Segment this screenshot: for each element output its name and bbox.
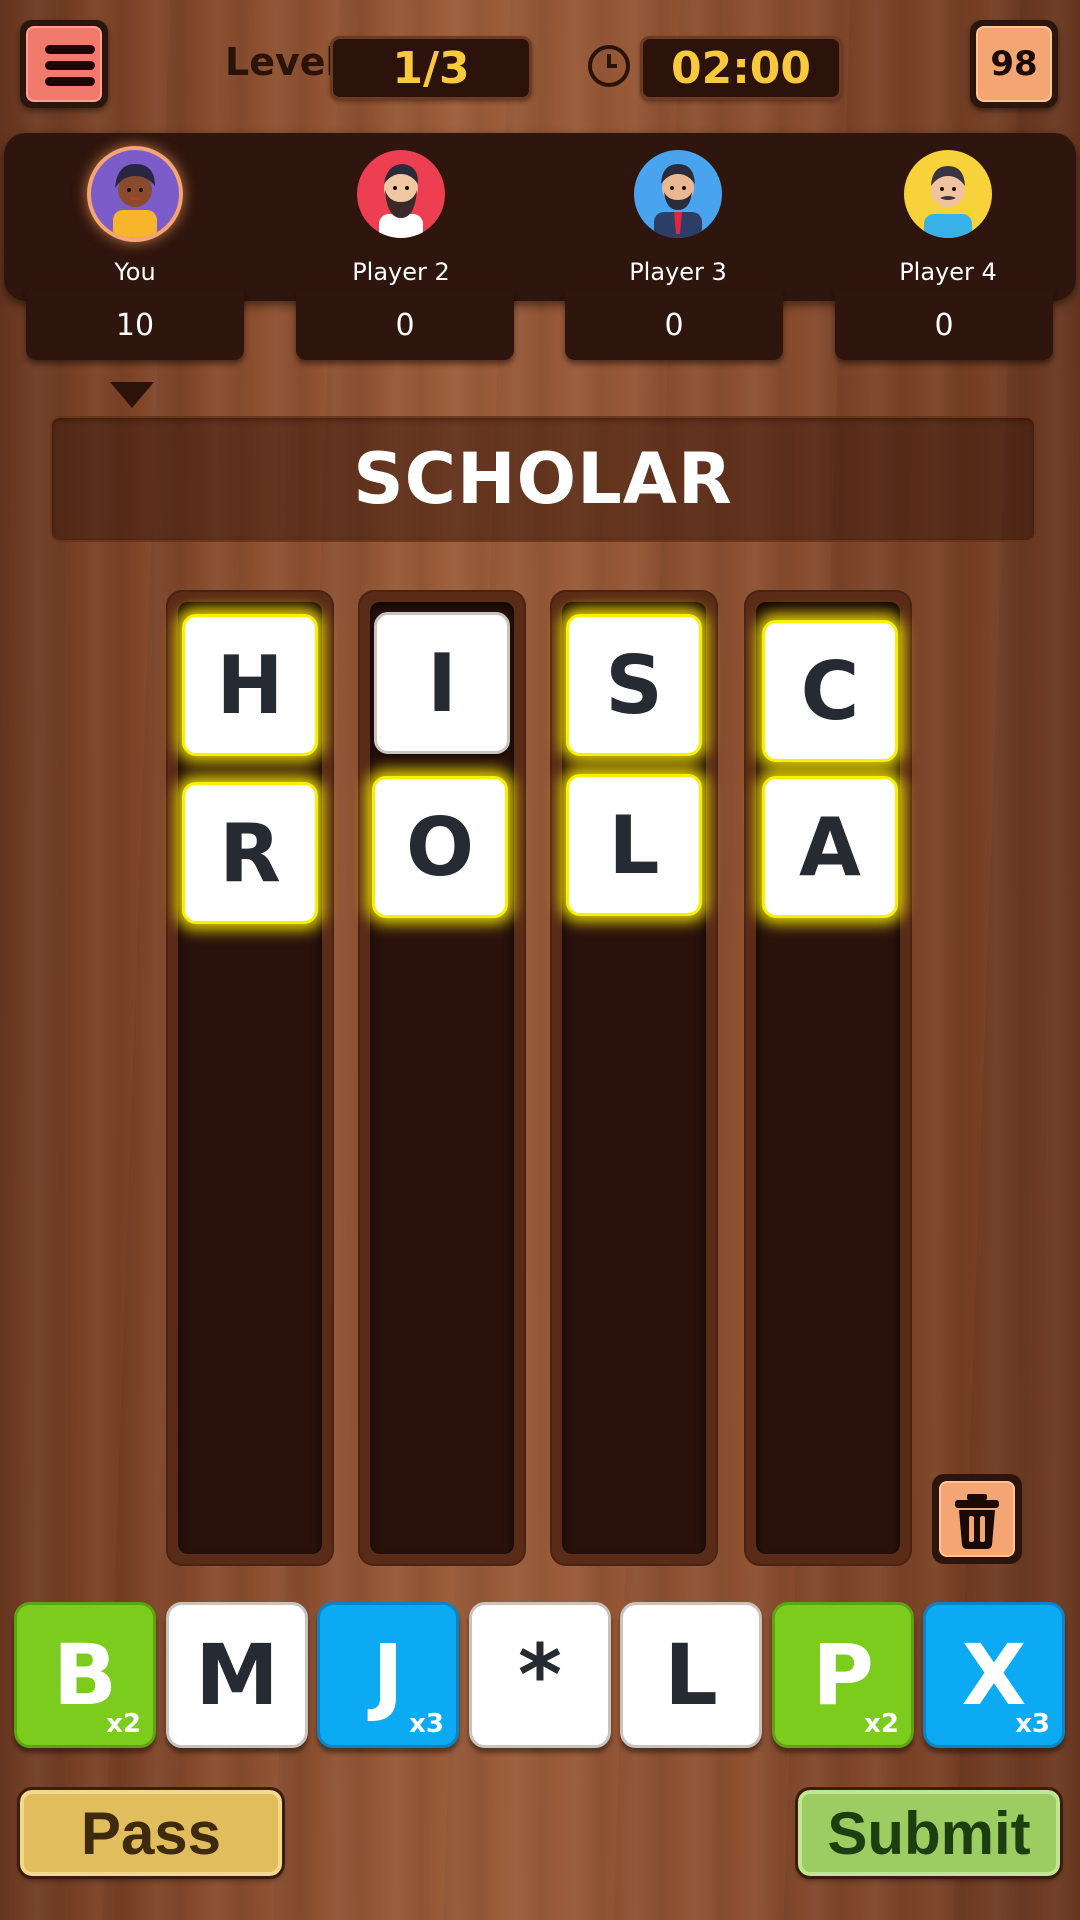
current-word: SCHOLAR xyxy=(50,416,1036,542)
player-score-4: 0 xyxy=(835,290,1053,360)
rack-tile[interactable]: L xyxy=(620,1602,762,1748)
rack-tile-letter: M xyxy=(195,1626,279,1724)
player-score-2: 0 xyxy=(296,290,514,360)
player-name-4: Player 4 xyxy=(899,258,997,286)
rack-tile[interactable]: X x3 xyxy=(923,1602,1065,1748)
board-tile[interactable]: L xyxy=(566,774,702,916)
rack-tile[interactable]: * xyxy=(469,1602,611,1748)
board-tile[interactable]: C xyxy=(762,620,898,762)
player-3: Player 3 xyxy=(568,150,788,286)
avatar-player-3 xyxy=(634,150,722,238)
rack-tile-letter: J xyxy=(372,1626,404,1724)
coins-count: 98 xyxy=(976,26,1052,102)
avatar-player-4 xyxy=(904,150,992,238)
player-name-3: Player 3 xyxy=(629,258,727,286)
avatar-player-2 xyxy=(357,150,445,238)
timer: 02:00 xyxy=(640,36,842,100)
trash-icon xyxy=(939,1481,1015,1557)
player-2: Player 2 xyxy=(291,150,511,286)
rack-tile-letter: * xyxy=(518,1626,562,1724)
submit-button[interactable]: Submit xyxy=(795,1787,1063,1879)
player-you: You xyxy=(25,150,245,286)
rack-tile[interactable]: J x3 xyxy=(317,1602,459,1748)
coins-button[interactable]: 98 xyxy=(970,20,1058,108)
multiplier-badge: x3 xyxy=(1015,1709,1050,1739)
player-score-you: 10 xyxy=(26,290,244,360)
pass-button[interactable]: Pass xyxy=(17,1787,285,1879)
multiplier-badge: x2 xyxy=(106,1709,141,1739)
rack-tile[interactable]: M xyxy=(166,1602,308,1748)
rack-tile[interactable]: P x2 xyxy=(772,1602,914,1748)
board-tile[interactable]: S xyxy=(566,614,702,756)
trash-button[interactable] xyxy=(932,1474,1022,1564)
menu-button[interactable] xyxy=(20,20,108,108)
multiplier-badge: x3 xyxy=(409,1709,444,1739)
rack-tile-letter: L xyxy=(664,1626,718,1724)
multiplier-badge: x2 xyxy=(864,1709,899,1739)
board-tile[interactable]: I xyxy=(374,612,510,754)
board-tile[interactable]: O xyxy=(372,776,508,918)
rack-tile[interactable]: B x2 xyxy=(14,1602,156,1748)
player-name-you: You xyxy=(114,258,156,286)
level-value: 1/3 xyxy=(330,36,532,100)
avatar-you xyxy=(91,150,179,238)
player-name-2: Player 2 xyxy=(352,258,450,286)
turn-indicator-icon xyxy=(110,382,154,408)
clock-icon xyxy=(588,45,630,87)
player-score-3: 0 xyxy=(565,290,783,360)
board-tile[interactable]: R xyxy=(182,782,318,924)
board-tile[interactable]: A xyxy=(762,776,898,918)
menu-icon xyxy=(26,26,102,102)
board-tile[interactable]: H xyxy=(182,614,318,756)
level-label: Level xyxy=(225,40,339,84)
player-4: Player 4 xyxy=(838,150,1058,286)
